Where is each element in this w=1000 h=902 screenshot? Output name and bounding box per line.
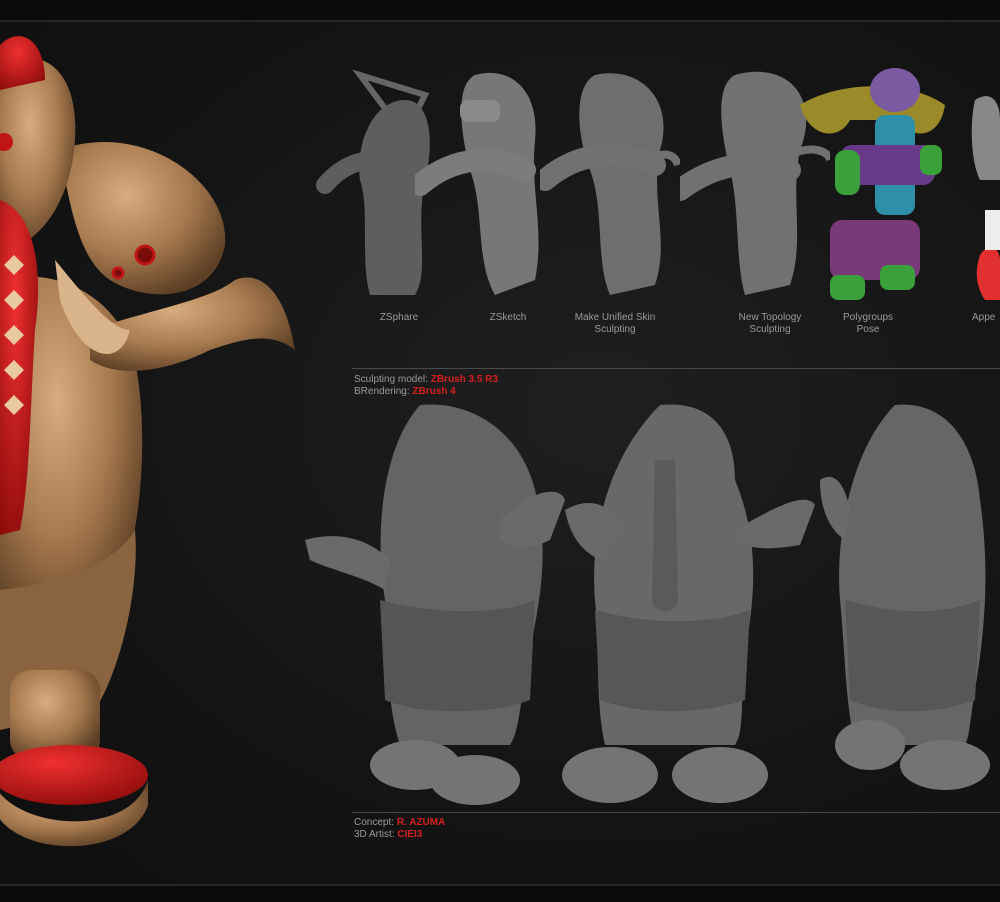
stage-unified-skin-model <box>540 73 680 296</box>
stage-polygroups-model <box>800 68 945 300</box>
turnaround-view-back <box>820 404 990 790</box>
stage-appearance-model <box>971 96 1000 300</box>
credit-value: ZBrush 4 <box>412 386 456 397</box>
stage-caption-new-topology: New Topology Sculpting <box>738 312 802 335</box>
stage-caption-zsphere: ZSphare <box>379 312 419 323</box>
credit-concept: Concept: R. AZUMA <box>354 817 445 829</box>
divider-top <box>352 368 1000 369</box>
stage-caption-unified-skin: Make Unified Skin Sculpting <box>574 312 656 335</box>
divider-bottom <box>352 812 1000 813</box>
credit-rendering: BRendering: ZBrush 4 <box>354 386 456 398</box>
top-frame-bar <box>0 0 1000 22</box>
credit-label: BRendering: <box>354 386 410 397</box>
stage-zsketch-model <box>415 72 539 295</box>
stage-caption-zsketch: ZSketch <box>489 312 527 323</box>
bottom-frame-bar <box>0 884 1000 902</box>
credit-value: R. AZUMA <box>396 817 446 828</box>
credit-value: ZBrush 3.5 R3 <box>430 374 498 385</box>
credit-3d-artist: 3D Artist: CIEI3 <box>354 829 422 841</box>
turnaround-view-left <box>305 404 565 805</box>
hero-elephant-render <box>0 36 295 847</box>
stage-caption-appearance: Appe <box>972 312 996 323</box>
turnaround-view-front <box>562 404 815 803</box>
credit-label: 3D Artist: <box>354 829 395 840</box>
credit-label: Sculpting model: <box>354 374 428 385</box>
credit-label: Concept: <box>354 817 395 828</box>
credit-sculpting-model: Sculpting model: ZBrush 3.5 R3 <box>354 374 498 386</box>
credit-value: CIEI3 <box>397 829 423 840</box>
stage-caption-polygroups: Polygroups Pose <box>842 312 894 335</box>
